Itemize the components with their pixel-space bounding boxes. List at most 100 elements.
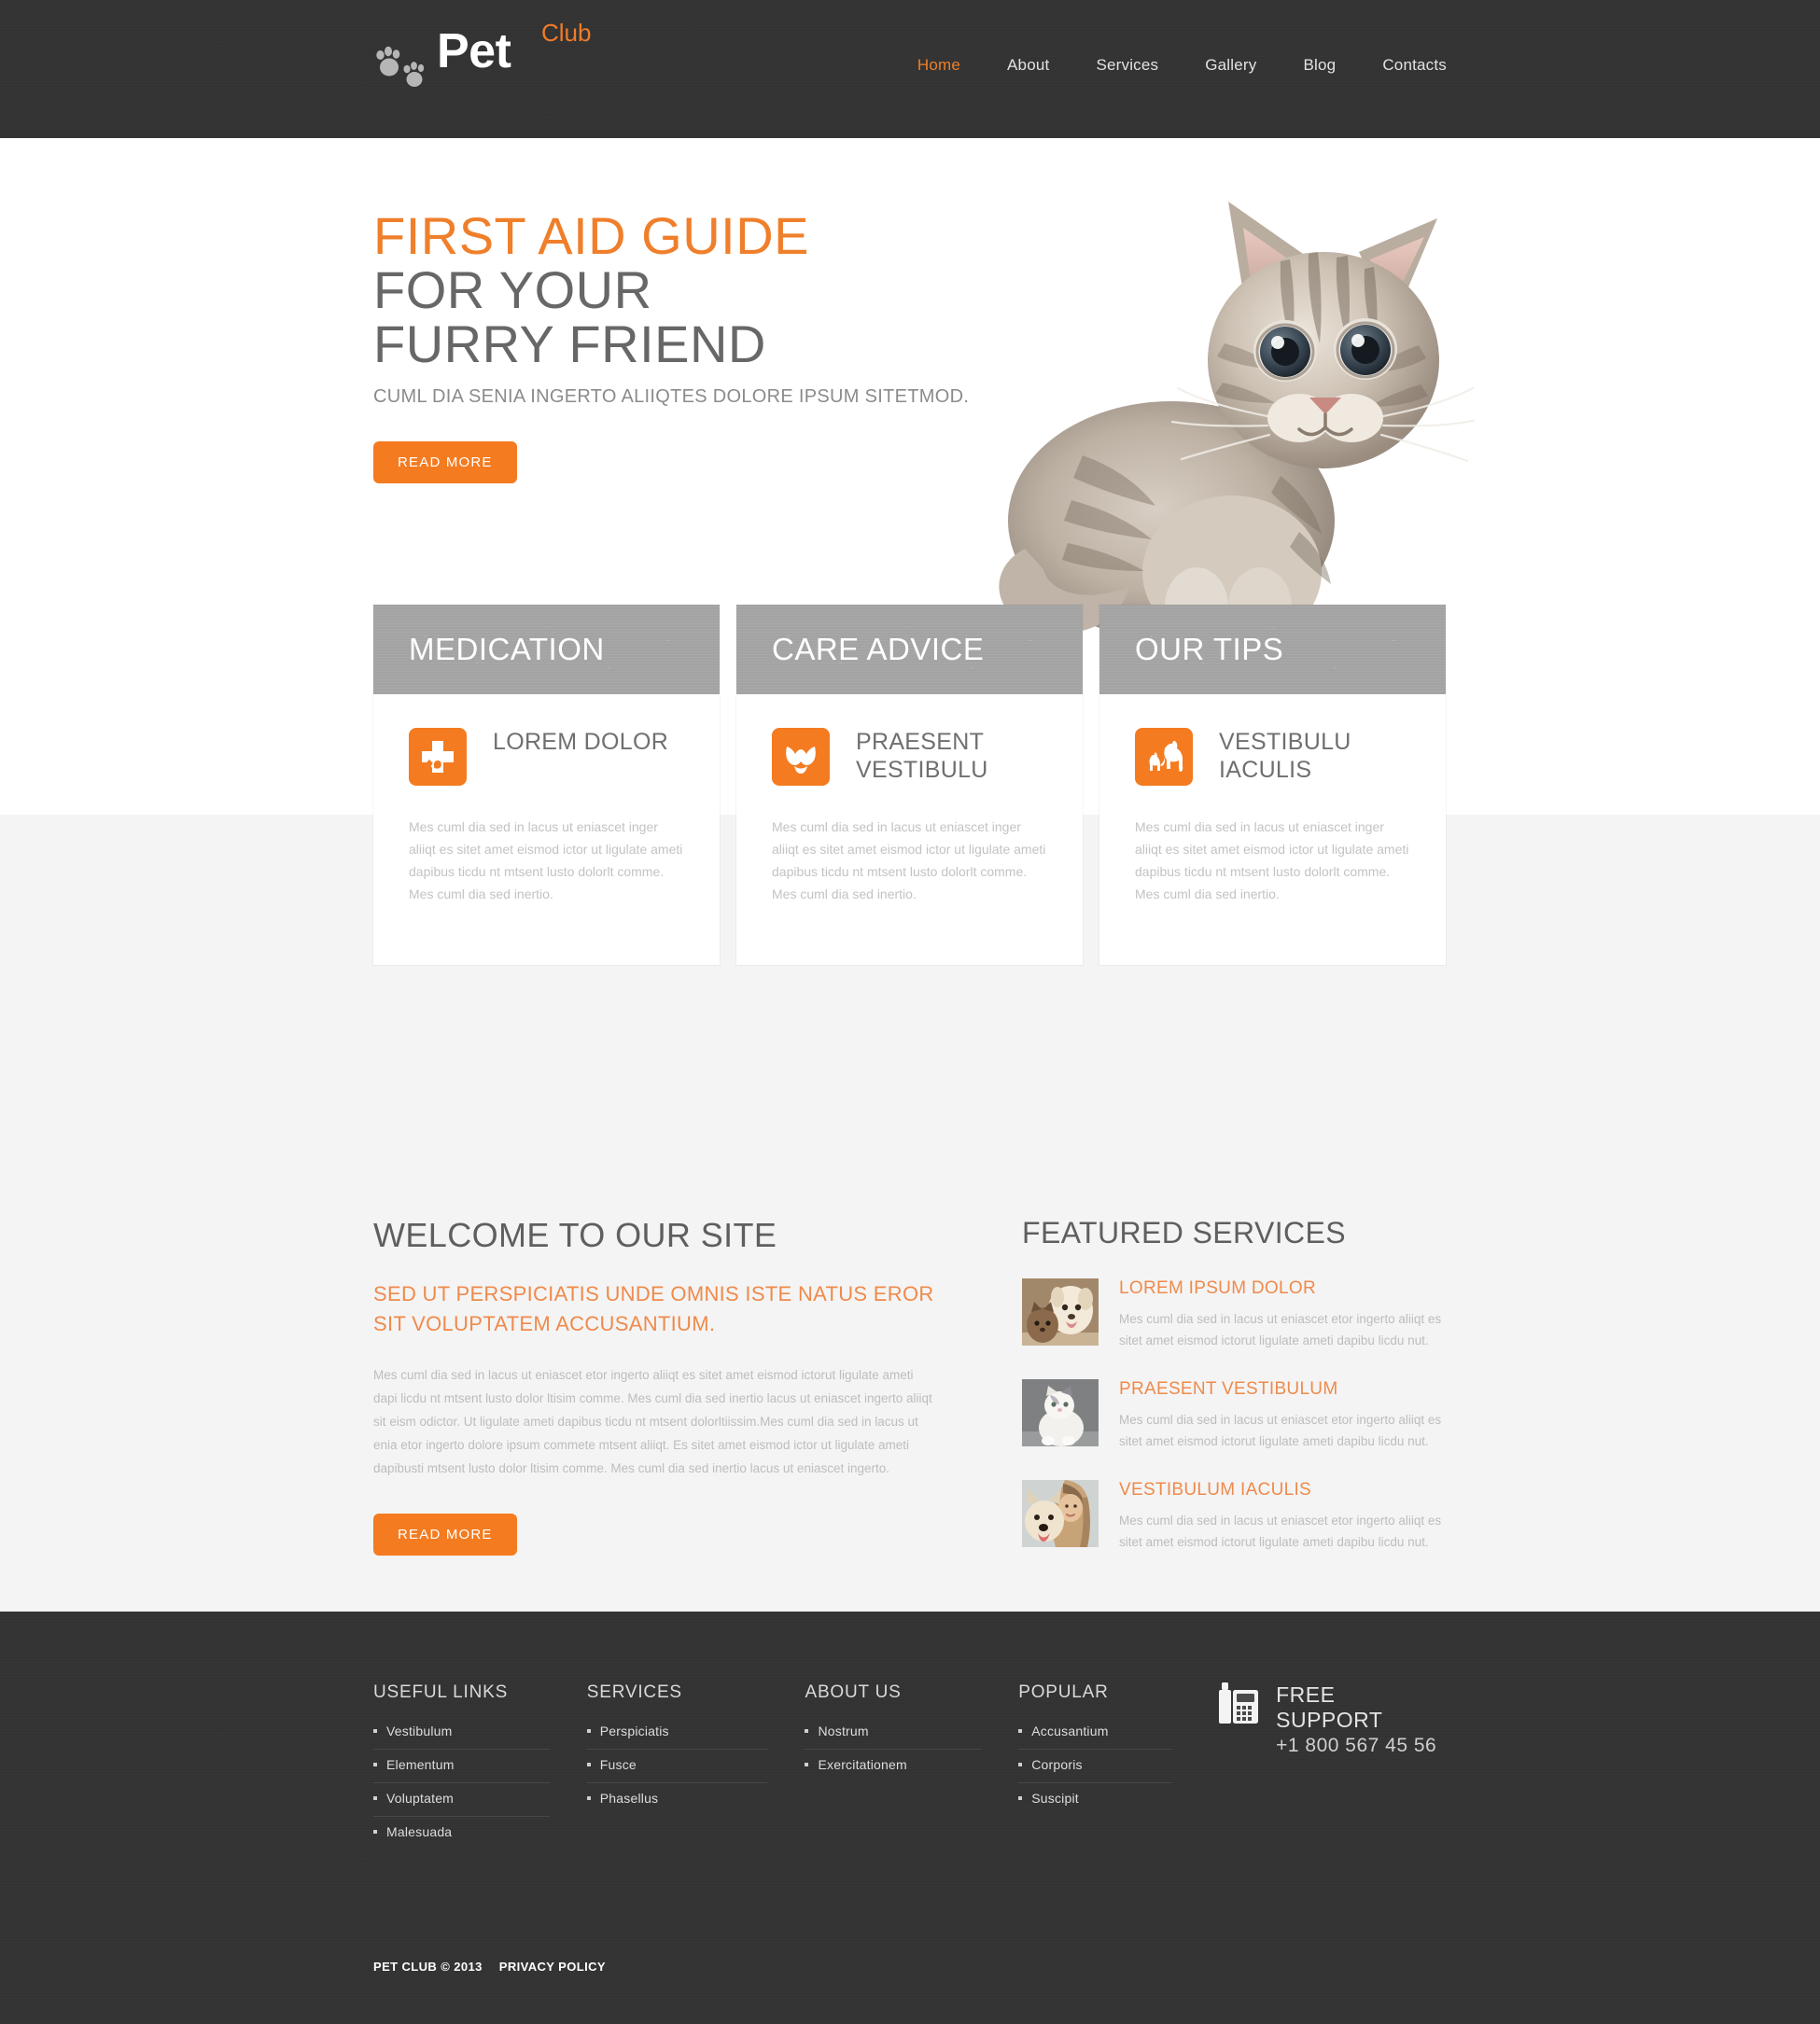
bullet-icon bbox=[373, 1795, 377, 1800]
list-item[interactable]: Exercitationem bbox=[805, 1757, 981, 1782]
puppy-and-kitten-photo bbox=[1022, 1278, 1099, 1346]
list-item[interactable]: Nostrum bbox=[805, 1724, 982, 1750]
feature-cards: MEDICATION LOREM DOLOR Mes cuml dia sed … bbox=[373, 605, 1447, 965]
featured-service-text: Mes cuml dia sed in lacus ut eniascet et… bbox=[1119, 1312, 1442, 1347]
card-heading: CARE ADVICE bbox=[772, 632, 985, 666]
footer-link[interactable]: Phasellus bbox=[600, 1791, 659, 1806]
privacy-policy-link[interactable]: PRIVACY POLICY bbox=[499, 1960, 606, 1974]
logo-secondary-text: Club bbox=[541, 19, 592, 47]
list-item[interactable]: Perspiciatis bbox=[586, 1724, 768, 1750]
card-text: Mes cuml dia sed in lacus ut eniascet in… bbox=[409, 819, 683, 901]
page-root: Pet Club Home About Services Gallery Blo… bbox=[0, 0, 1820, 2024]
feature-card-our-tips[interactable]: OUR TIPS VESTIBULU IACULIS Mes cuml dia … bbox=[1099, 605, 1446, 965]
welcome-subheading: SED UT PERSPICIATIS UNDE OMNIS ISTE NATU… bbox=[373, 1282, 934, 1335]
bullet-icon bbox=[586, 1762, 591, 1766]
featured-services-block: FEATURED SERVICES LOREM IPSUM DOLOR Mes … bbox=[975, 1216, 1447, 1556]
list-item[interactable]: Accusantium bbox=[1018, 1724, 1172, 1750]
site-footer: USEFUL LINKS Vestibulum Elementum Volupt… bbox=[0, 1612, 1820, 2024]
main-navigation[interactable]: Home About Services Gallery Blog Contact… bbox=[917, 56, 1447, 75]
card-header: OUR TIPS bbox=[1099, 605, 1446, 694]
featured-service-item[interactable]: LOREM IPSUM DOLOR Mes cuml dia sed in la… bbox=[1022, 1278, 1447, 1351]
featured-service-item[interactable]: VESTIBULUM IACULIS Mes cuml dia sed in l… bbox=[1022, 1480, 1447, 1553]
card-text: Mes cuml dia sed in lacus ut eniascet in… bbox=[772, 819, 1046, 901]
feature-card-care-advice[interactable]: CARE ADVICE PRAESENT VESTIBULU Mes cuml … bbox=[736, 605, 1083, 965]
footer-link[interactable]: Perspiciatis bbox=[600, 1724, 669, 1738]
list-item[interactable]: Vestibulum bbox=[373, 1724, 550, 1750]
footer-link[interactable]: Suscipit bbox=[1031, 1791, 1079, 1806]
nav-item-gallery[interactable]: Gallery bbox=[1205, 56, 1256, 75]
copyright-text: PET CLUB © 2013 bbox=[373, 1960, 483, 1974]
footer-column-useful-links: USEFUL LINKS Vestibulum Elementum Volupt… bbox=[373, 1682, 550, 1857]
feature-card-medication[interactable]: MEDICATION LOREM DOLOR Mes cuml dia sed … bbox=[373, 605, 720, 965]
card-header: MEDICATION bbox=[373, 605, 720, 694]
list-item[interactable]: Voluptatem bbox=[373, 1791, 550, 1817]
hero-title-line2: FOR YOUR bbox=[373, 260, 652, 319]
list-item[interactable]: Suscipit bbox=[1018, 1791, 1171, 1816]
bullet-icon bbox=[1018, 1795, 1023, 1800]
list-item[interactable]: Phasellus bbox=[586, 1791, 768, 1816]
list-item[interactable]: Fusce bbox=[586, 1757, 768, 1783]
nav-item-home[interactable]: Home bbox=[917, 56, 960, 75]
bullet-icon bbox=[805, 1728, 809, 1733]
footer-link[interactable]: Nostrum bbox=[818, 1724, 868, 1738]
hero-subtitle: CUML DIA SENIA INGERTO ALIIQTES DOLORE I… bbox=[373, 386, 970, 407]
dog-and-cat-icon bbox=[1135, 728, 1193, 786]
footer-link[interactable]: Elementum bbox=[386, 1757, 455, 1772]
footer-link[interactable]: Voluptatem bbox=[386, 1791, 454, 1806]
featured-service-text: Mes cuml dia sed in lacus ut eniascet et… bbox=[1119, 1514, 1442, 1549]
footer-column-heading: SERVICES bbox=[586, 1682, 682, 1702]
list-item[interactable]: Elementum bbox=[373, 1757, 550, 1783]
featured-service-text: Mes cuml dia sed in lacus ut eniascet et… bbox=[1119, 1413, 1442, 1448]
card-heading: MEDICATION bbox=[409, 632, 605, 666]
list-item[interactable]: Malesuada bbox=[373, 1824, 550, 1850]
footer-link[interactable]: Exercitationem bbox=[818, 1757, 906, 1772]
hero-section: FIRST AID GUIDE FOR YOUR FURRY FRIEND CU… bbox=[0, 138, 1820, 965]
hero-copy: FIRST AID GUIDE FOR YOUR FURRY FRIEND CU… bbox=[373, 209, 969, 483]
featured-service-title[interactable]: VESTIBULUM IACULIS bbox=[1119, 1480, 1447, 1501]
featured-service-title[interactable]: PRAESENT VESTIBULUM bbox=[1119, 1379, 1447, 1400]
featured-service-title[interactable]: LOREM IPSUM DOLOR bbox=[1119, 1278, 1447, 1299]
nav-item-contacts[interactable]: Contacts bbox=[1382, 56, 1447, 75]
bullet-icon bbox=[586, 1795, 591, 1800]
bullet-icon bbox=[373, 1829, 377, 1834]
nav-item-blog[interactable]: Blog bbox=[1303, 56, 1336, 75]
woman-with-dog-photo bbox=[1022, 1480, 1099, 1547]
logo-primary-text: Pet bbox=[437, 24, 511, 78]
hero-title-line3: FURRY FRIEND bbox=[373, 314, 766, 373]
white-fluffy-cat-photo bbox=[1022, 1379, 1099, 1446]
tabby-kitten-photo bbox=[999, 202, 1475, 649]
card-text: Mes cuml dia sed in lacus ut eniascet in… bbox=[1135, 819, 1409, 901]
card-title: PRAESENT VESTIBULU bbox=[856, 729, 988, 783]
hero-read-more-button[interactable]: READ MORE bbox=[373, 441, 517, 483]
paw-prints-icon bbox=[373, 43, 431, 91]
footer-column-popular: POPULAR Accusantium Corporis Suscipit bbox=[1018, 1682, 1172, 1857]
welcome-read-more-button[interactable]: READ MORE bbox=[373, 1514, 517, 1556]
bullet-icon bbox=[1018, 1728, 1023, 1733]
footer-link[interactable]: Corporis bbox=[1031, 1757, 1083, 1772]
footer-column-heading: ABOUT US bbox=[805, 1682, 902, 1702]
welcome-block: WELCOME TO OUR SITE SED UT PERSPICIATIS … bbox=[373, 1216, 975, 1556]
hero-image bbox=[952, 147, 1475, 656]
card-title: LOREM DOLOR bbox=[493, 729, 669, 755]
footer-column-heading: POPULAR bbox=[1018, 1682, 1109, 1702]
site-header: Pet Club Home About Services Gallery Blo… bbox=[0, 0, 1820, 138]
footer-link[interactable]: Malesuada bbox=[386, 1824, 452, 1839]
footer-link-list: Accusantium Corporis Suscipit bbox=[1018, 1724, 1172, 1816]
bullet-icon bbox=[1018, 1762, 1023, 1766]
bullet-icon bbox=[373, 1728, 377, 1733]
footer-link[interactable]: Fusce bbox=[600, 1757, 637, 1772]
footer-column-about-us: ABOUT US Nostrum Exercitationem bbox=[805, 1682, 982, 1857]
free-support-block: FREE SUPPORT +1 800 567 45 56 bbox=[1218, 1682, 1447, 1857]
footer-link[interactable]: Vestibulum bbox=[386, 1724, 452, 1738]
hero-title: FIRST AID GUIDE FOR YOUR FURRY FRIEND bbox=[373, 209, 969, 371]
card-heading: OUR TIPS bbox=[1135, 632, 1284, 666]
nav-item-services[interactable]: Services bbox=[1096, 56, 1158, 75]
footer-link[interactable]: Accusantium bbox=[1031, 1724, 1108, 1738]
site-logo[interactable]: Pet Club bbox=[373, 19, 591, 91]
nav-item-about[interactable]: About bbox=[1007, 56, 1049, 75]
support-phone-number[interactable]: +1 800 567 45 56 bbox=[1276, 1735, 1447, 1757]
footer-link-list: Nostrum Exercitationem bbox=[805, 1724, 982, 1782]
list-item[interactable]: Corporis bbox=[1018, 1757, 1172, 1783]
bullet-icon bbox=[373, 1762, 377, 1766]
featured-service-item[interactable]: PRAESENT VESTIBULUM Mes cuml dia sed in … bbox=[1022, 1379, 1447, 1452]
